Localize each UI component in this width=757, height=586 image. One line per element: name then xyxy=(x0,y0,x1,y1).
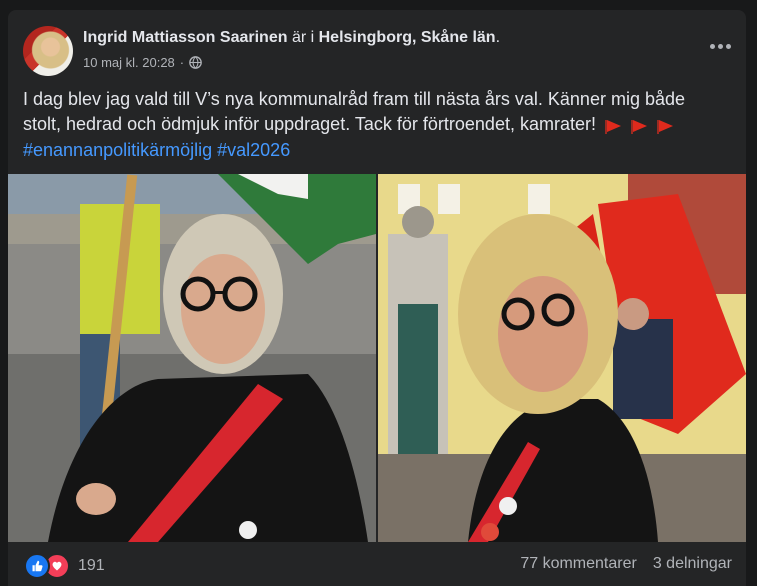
post-footer: 191 77 kommentarer 3 delningar xyxy=(8,544,746,586)
photo-2[interactable] xyxy=(378,174,746,542)
dot-icon xyxy=(725,43,731,49)
dot-icon xyxy=(717,43,723,49)
meta-separator: · xyxy=(179,55,185,70)
post-text-line-1: I dag blev jag vald till V’s nya kommuna… xyxy=(23,89,685,109)
post-text-line-2-content: stolt, hedrad och ödmjuk inför uppdraget… xyxy=(23,114,596,134)
hashtag-link[interactable]: #enannanpolitikärmöjlig xyxy=(23,140,212,160)
is-at-text: är i xyxy=(291,29,315,46)
photo-1[interactable] xyxy=(8,174,376,542)
more-options-button[interactable] xyxy=(708,36,732,56)
red-flag-icon xyxy=(657,120,675,134)
photo-grid xyxy=(8,174,746,542)
dot-icon xyxy=(709,43,715,49)
shares-link[interactable]: 3 delningar xyxy=(653,555,732,573)
red-flag-icon xyxy=(604,120,623,134)
reaction-count: 191 xyxy=(78,557,105,574)
like-icon xyxy=(24,553,50,579)
photo-1-image xyxy=(8,174,376,542)
post-text-line-2: stolt, hedrad och ödmjuk inför uppdraget… xyxy=(23,112,733,138)
post-card: Ingrid Mattiasson Saarinen är i Helsingb… xyxy=(8,10,746,586)
globe-icon[interactable] xyxy=(189,56,202,69)
hashtags: #enannanpolitikärmöjlig #val2026 xyxy=(23,138,733,163)
location-period: . xyxy=(495,29,501,46)
comments-link[interactable]: 77 kommentarer xyxy=(520,555,637,573)
avatar[interactable] xyxy=(23,26,73,76)
post-meta: 10 maj kl. 20:28 · xyxy=(83,55,202,70)
flag-emojis xyxy=(604,113,678,138)
post-timestamp[interactable]: 10 maj kl. 20:28 xyxy=(83,55,175,70)
engagement-stats: 77 kommentarer 3 delningar xyxy=(520,555,732,573)
photo-2-image xyxy=(378,174,746,542)
author-name[interactable]: Ingrid Mattiasson Saarinen xyxy=(83,29,287,46)
author-line: Ingrid Mattiasson Saarinen är i Helsingb… xyxy=(83,29,500,47)
post-text: I dag blev jag vald till V’s nya kommuna… xyxy=(23,87,733,163)
post-header: Ingrid Mattiasson Saarinen är i Helsingb… xyxy=(8,10,746,80)
hashtag-link[interactable]: #val2026 xyxy=(217,140,290,160)
reactions-summary[interactable]: 191 xyxy=(24,553,105,579)
location-link[interactable]: Helsingborg, Skåne län xyxy=(319,29,496,46)
red-flag-icon xyxy=(631,120,649,134)
